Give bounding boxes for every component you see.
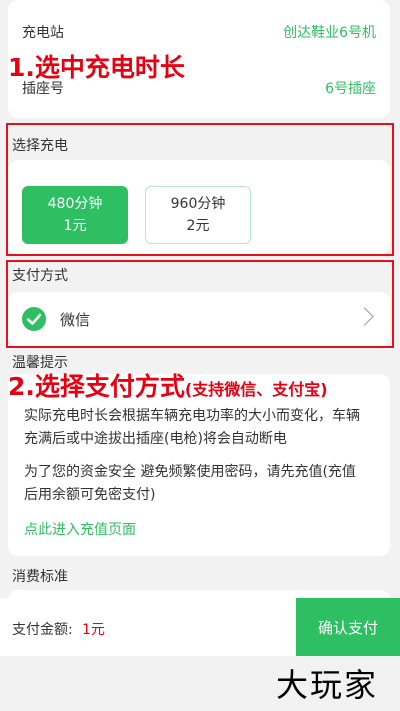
station-value: 创达鞋业6号机 bbox=[283, 25, 376, 41]
tips-line-1: 实际充电时长会根据车辆充电功率的大小而变化，车辆充满后或中途拔出插座(电枪)将会… bbox=[24, 408, 360, 447]
annotation-step2-note: (支持微信、支付宝) bbox=[184, 380, 328, 399]
amount-value: 1元 bbox=[82, 622, 105, 638]
wechat-icon bbox=[22, 307, 46, 331]
amount-label: 支付金额: bbox=[12, 622, 73, 638]
socket-value: 6号插座 bbox=[325, 81, 376, 97]
annotation-step2: 2.选择支付方式(支持微信、支付宝) bbox=[8, 367, 328, 403]
charge-option-price: 2元 bbox=[186, 218, 210, 234]
charge-option-960[interactable]: 960分钟 2元 bbox=[145, 186, 251, 244]
payment-method-label: 微信 bbox=[60, 311, 91, 329]
payment-section-title: 支付方式 bbox=[12, 268, 68, 284]
station-label: 充电站 bbox=[22, 25, 64, 41]
tips-line-2: 为了您的资金安全 避免频繁使用密码，请先充值(充值后用余额可免密支付) bbox=[24, 464, 356, 503]
charge-section-title: 选择充电 bbox=[12, 138, 68, 154]
charge-option-480[interactable]: 480分钟 1元 bbox=[22, 186, 128, 244]
confirm-pay-button[interactable]: 确认支付 bbox=[296, 598, 400, 656]
charge-option-duration: 480分钟 bbox=[47, 196, 103, 212]
watermark-logo: 大玩家 bbox=[276, 666, 379, 704]
fees-section-title: 消费标准 bbox=[12, 569, 68, 585]
charge-option-duration: 960分钟 bbox=[170, 196, 226, 212]
charge-option-price: 1元 bbox=[63, 218, 87, 234]
recharge-link[interactable]: 点此进入充值页面 bbox=[24, 519, 364, 542]
annotation-step1: 1.选中充电时长 bbox=[8, 53, 185, 82]
annotation-step2-main: 2.选择支付方式 bbox=[8, 372, 185, 401]
